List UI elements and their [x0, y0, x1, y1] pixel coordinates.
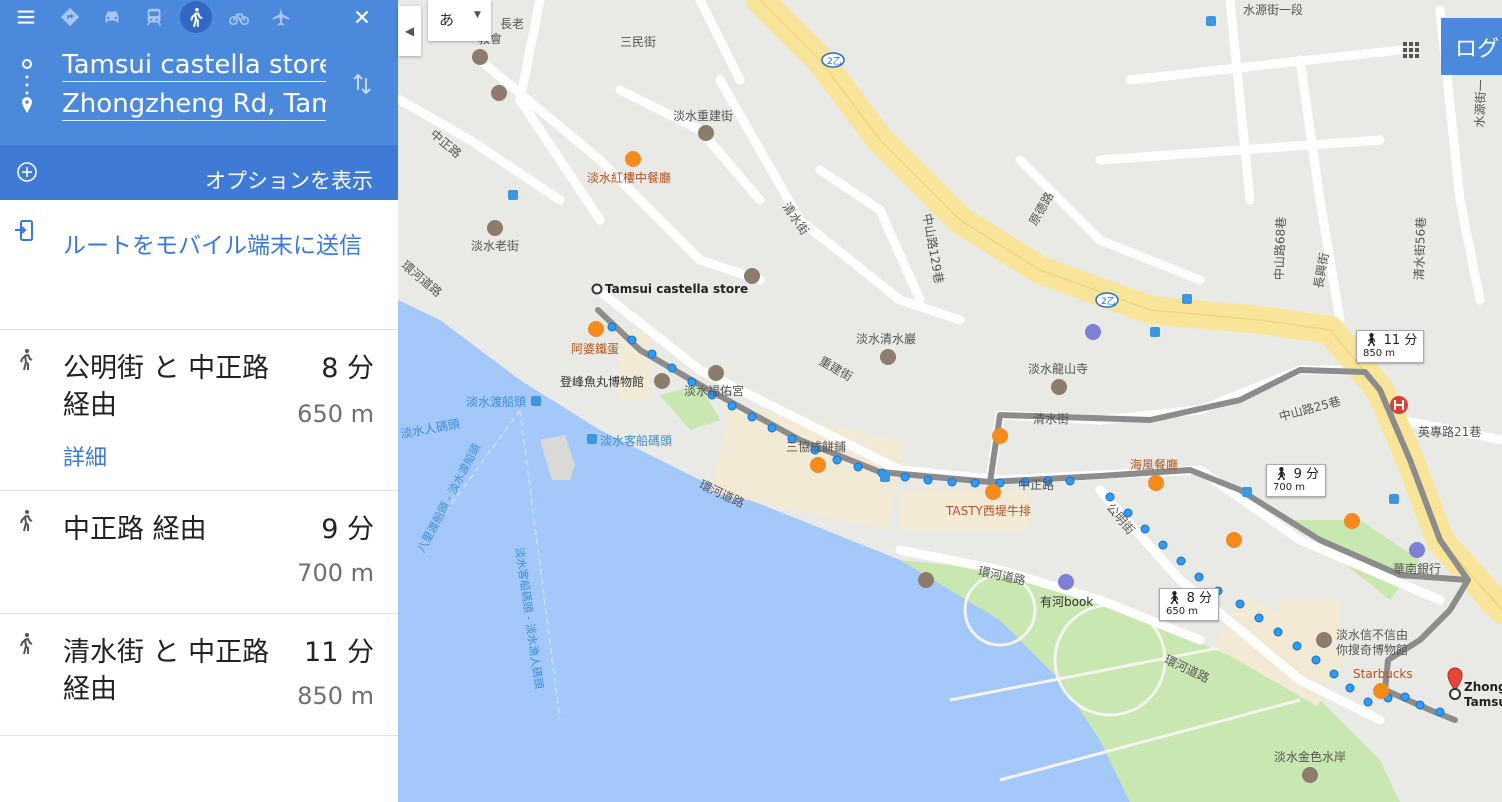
street-label: 清水街56巷 [1412, 216, 1429, 281]
origin-input[interactable]: Tamsui castella store [62, 50, 326, 82]
dropdown-arrow-icon: ▼ [474, 10, 481, 20]
app-root: Tamsui castella store Zhongzheng Rd, Tam… [0, 0, 1502, 802]
walking-icon [20, 510, 33, 532]
route-option-1[interactable]: 公明街 と 中正路 経由 8 分 650 m 詳細 [0, 330, 398, 491]
login-button[interactable]: ログ [1441, 18, 1502, 75]
callout-time: 🚶︎ 11 分 [1363, 333, 1418, 348]
route-distance: 850 m [297, 682, 374, 710]
route-details-link[interactable]: 詳細 [63, 440, 107, 472]
street-label: 英專路21巷 [1418, 425, 1482, 439]
route-distance: 700 m [297, 559, 374, 587]
shop-label: 三協成餅鋪 [786, 440, 847, 454]
apps-grid-icon[interactable] [1402, 41, 1420, 59]
send-to-mobile-link[interactable]: ルートをモバイル端末に送信 [63, 222, 373, 270]
options-bar: オプションを表示 [0, 145, 398, 200]
street-label: 三民街 [620, 35, 657, 49]
callout-distance: 650 m [1166, 606, 1199, 617]
show-options-button[interactable]: オプションを表示 [205, 165, 373, 195]
route-callout-9min[interactable]: 🚶︎ 9 分 700 m [1266, 464, 1327, 497]
walking-icon [20, 633, 33, 655]
restaurant-label: 海風餐廳 [1130, 458, 1179, 472]
restaurant-label: TASTY西堤牛排 [946, 504, 1031, 518]
cafe-label: Starbucks [1353, 667, 1413, 681]
bicycle-icon[interactable] [224, 2, 254, 32]
route-option-3[interactable]: 清水街 と 中正路 経由 11 分 850 m [0, 614, 398, 736]
route-time: 11 分 [304, 637, 374, 668]
street-label: 中正路 [1018, 478, 1055, 492]
place-label: 淡水老街 [471, 239, 520, 253]
walking-icon [20, 349, 33, 371]
shop-label: 有河book [1040, 595, 1094, 609]
ime-label: あ [439, 11, 455, 29]
route-title: 中正路 経由 [63, 514, 207, 545]
callout-time: 🚶︎ 9 分 [1273, 467, 1320, 482]
start-marker[interactable] [591, 283, 603, 295]
street-label: 水源街一 [1472, 79, 1489, 128]
street-label: 中山路68巷 [1272, 216, 1289, 281]
destination-input[interactable]: Zhongzheng Rd, Tamsui [62, 89, 326, 121]
collapse-panel-button[interactable]: ◀ [398, 6, 421, 56]
menu-icon[interactable] [11, 2, 41, 32]
place-label: 登峰魚丸博物館 [560, 375, 645, 389]
ferry-label: 淡水渡船頭 [466, 395, 527, 409]
add-destination-icon[interactable] [16, 161, 38, 183]
car-icon[interactable] [97, 2, 127, 32]
route-callout-11min[interactable]: 🚶︎ 11 分 850 m [1356, 330, 1425, 363]
highway-number: 2乙 [1101, 297, 1116, 307]
place-label: 淡水重建街 [673, 109, 734, 123]
start-label: Tamsui castella store [605, 282, 749, 296]
route-time: 8 分 [321, 353, 374, 384]
send-to-mobile-row[interactable]: ルートをモバイル端末に送信 [0, 200, 398, 330]
pier-label: 淡水客船碼頭 [600, 434, 673, 448]
route-title: 清水街 と 中正路 経由 [63, 637, 270, 705]
bank-label: 華南銀行 [1393, 562, 1442, 576]
directions-header: Tamsui castella store Zhongzheng Rd, Tam… [0, 0, 398, 145]
route-title: 公明街 と 中正路 経由 [63, 353, 270, 421]
route-option-2[interactable]: 中正路 経由 9 分 700 m [0, 491, 398, 614]
place-label: 淡水龍山寺 [1028, 362, 1089, 376]
swap-icon[interactable] [350, 72, 374, 96]
input-method-selector[interactable]: あ ▼ [428, 0, 491, 41]
route-dots-icon [22, 59, 32, 113]
callout-time: 🚶︎ 8 分 [1166, 591, 1213, 606]
highway-number: 2乙 [827, 57, 842, 67]
send-to-device-icon [15, 220, 33, 241]
place-label: 淡水金色水岸 [1274, 750, 1347, 764]
street-label: 水源街一段 [1243, 3, 1304, 17]
route-callout-8min[interactable]: 🚶︎ 8 分 650 m [1159, 588, 1220, 621]
place-label: 你搜奇博物館 [1336, 643, 1409, 657]
walking-icon[interactable] [180, 1, 212, 33]
route-distance: 650 m [297, 400, 374, 428]
flight-icon[interactable] [266, 2, 296, 32]
place-label: 淡水清水巖 [856, 332, 917, 346]
directions-panel: Tamsui castella store Zhongzheng Rd, Tam… [0, 0, 398, 802]
street-label: 清水街 [1033, 412, 1070, 426]
place-label: 長老 [500, 17, 525, 31]
hospital-icon [1390, 396, 1408, 414]
map-canvas[interactable]: 三民街 淡水重建街 長老 教會 中正路 淡水紅樓中餐廳 清水街 中山路129巷 … [398, 0, 1502, 802]
callout-distance: 700 m [1273, 482, 1306, 493]
callout-distance: 850 m [1363, 348, 1396, 359]
destination-label: Zhong [1464, 680, 1502, 694]
close-icon[interactable] [347, 2, 377, 32]
restaurant-label: 阿婆鐵蛋 [571, 342, 620, 356]
best-route-icon[interactable] [55, 2, 85, 32]
place-label: 淡水福佑宮 [684, 384, 745, 398]
restaurant-label: 淡水紅樓中餐廳 [587, 171, 672, 185]
destination-label: Tamsu [1464, 695, 1502, 709]
transit-icon[interactable] [139, 2, 169, 32]
route-time: 9 分 [321, 514, 374, 545]
